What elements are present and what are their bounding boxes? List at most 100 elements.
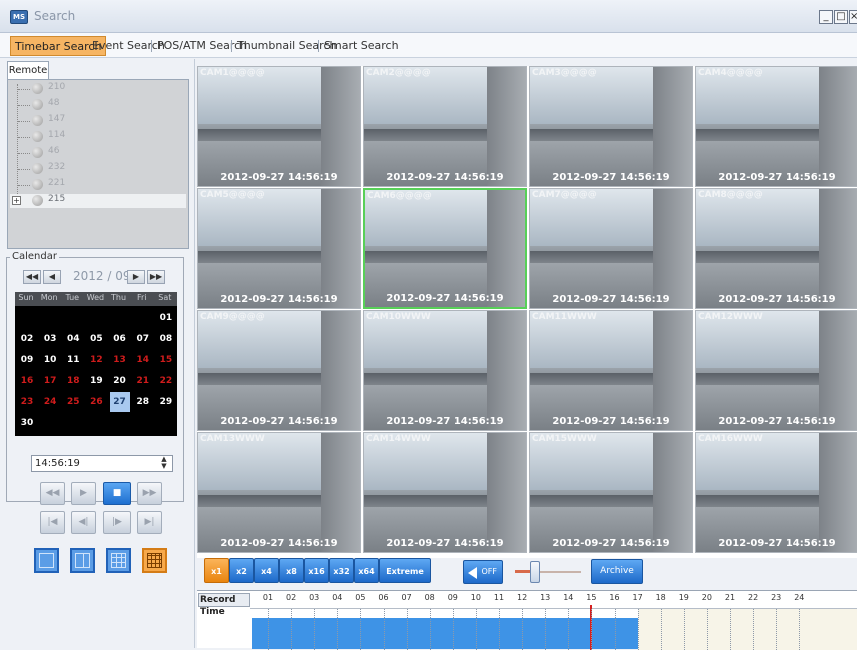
camera-tile[interactable]: CAM13WWW 2012-09-27 14:56:19 — [197, 432, 361, 553]
camera-feed-wall — [819, 189, 857, 308]
tree-item-selected[interactable]: + 215 — [10, 194, 186, 208]
tree-item[interactable]: 232 — [18, 162, 186, 176]
next-year-button[interactable]: ▶▶ — [147, 270, 165, 284]
tree-item[interactable]: 210 — [18, 82, 186, 96]
calendar-day[interactable]: 20 — [110, 371, 130, 391]
calendar-day[interactable]: 22 — [156, 371, 176, 391]
timeline-hour-label: 08 — [424, 593, 435, 602]
step-forward-button[interactable]: |▶ — [103, 511, 131, 534]
minimize-button[interactable]: _ — [819, 10, 833, 24]
step-back-button[interactable]: ◀| — [71, 511, 96, 534]
calendar-day[interactable]: 07 — [133, 329, 153, 349]
camera-tile[interactable]: CAM16WWW 2012-09-27 14:56:19 — [695, 432, 857, 553]
calendar-day[interactable]: 10 — [40, 350, 60, 370]
speed-x4-button[interactable]: x4 — [254, 558, 279, 583]
calendar-day[interactable]: 01 — [156, 308, 176, 328]
camera-tile[interactable]: CAM6@@@@ 2012-09-27 14:56:19 — [363, 188, 527, 309]
camera-timestamp: 2012-09-27 14:56:19 — [386, 416, 504, 427]
camera-tile[interactable]: CAM12WWW 2012-09-27 14:56:19 — [695, 310, 857, 431]
maximize-button[interactable]: □ — [834, 10, 848, 24]
calendar-day[interactable]: 09 — [17, 350, 37, 370]
speed-x1-button[interactable]: x1 — [204, 558, 229, 583]
calendar-day[interactable]: 14 — [133, 350, 153, 370]
camera-tile[interactable]: CAM7@@@@ 2012-09-27 14:56:19 — [529, 188, 693, 309]
time-spinner[interactable]: ▲ ▼ — [157, 456, 171, 471]
calendar-day[interactable]: 03 — [40, 329, 60, 349]
camera-tile[interactable]: CAM9@@@@ 2012-09-27 14:56:19 — [197, 310, 361, 431]
prev-year-button[interactable]: ◀◀ — [23, 270, 41, 284]
calendar-day[interactable]: 16 — [17, 371, 37, 391]
calendar-day[interactable]: 30 — [17, 413, 37, 433]
camera-tile[interactable]: CAM14WWW 2012-09-27 14:56:19 — [363, 432, 527, 553]
layout-2x2-button[interactable] — [70, 548, 95, 573]
calendar-day-selected[interactable]: 27 — [109, 392, 130, 412]
layout-3x3-button[interactable] — [106, 548, 131, 573]
prev-month-button[interactable]: ◀ — [43, 270, 61, 284]
stop-button[interactable]: ■ — [103, 482, 131, 505]
speed-extreme-button[interactable]: Extreme — [379, 558, 431, 583]
calendar-day[interactable]: 23 — [17, 392, 37, 412]
timeline-track[interactable] — [250, 605, 857, 650]
camera-tile[interactable]: CAM1@@@@ 2012-09-27 14:56:19 — [197, 66, 361, 187]
fast-rewind-button[interactable]: ◀◀ — [40, 482, 65, 505]
layout-4x4-button[interactable] — [142, 548, 167, 573]
calendar-day[interactable]: 12 — [86, 350, 106, 370]
calendar-day[interactable]: 19 — [86, 371, 106, 391]
spin-down-icon[interactable]: ▼ — [157, 463, 171, 470]
tree-item[interactable]: 46 — [18, 146, 186, 160]
calendar-day[interactable]: 11 — [63, 350, 83, 370]
speed-x64-button[interactable]: x64 — [354, 558, 379, 583]
calendar-day[interactable]: 24 — [40, 392, 60, 412]
calendar-day[interactable]: 04 — [63, 329, 83, 349]
tree-item[interactable]: 147 — [18, 114, 186, 128]
volume-knob[interactable] — [529, 561, 540, 583]
camera-tile[interactable]: CAM4@@@@ 2012-09-27 14:56:19 — [695, 66, 857, 187]
speed-x8-button[interactable]: x8 — [279, 558, 304, 583]
calendar-day[interactable]: 26 — [86, 392, 106, 412]
camera-tile[interactable]: CAM3@@@@ 2012-09-27 14:56:19 — [529, 66, 693, 187]
layout-1x1-button[interactable] — [34, 548, 59, 573]
calendar-day[interactable]: 05 — [86, 329, 106, 349]
calendar-day[interactable]: 17 — [40, 371, 60, 391]
archive-button[interactable]: Archive — [591, 559, 643, 584]
camera-tile[interactable]: CAM2@@@@ 2012-09-27 14:56:19 — [363, 66, 527, 187]
speed-x16-button[interactable]: x16 — [304, 558, 329, 583]
calendar-day[interactable]: 06 — [110, 329, 130, 349]
speed-x32-button[interactable]: x32 — [329, 558, 354, 583]
step-last-button[interactable]: ▶| — [137, 511, 162, 534]
volume-slider[interactable] — [513, 560, 583, 584]
calendar-day[interactable]: 28 — [133, 392, 153, 412]
fast-forward-button[interactable]: ▶▶ — [137, 482, 162, 505]
calendar-day[interactable]: 15 — [156, 350, 176, 370]
recorded-segment[interactable] — [252, 618, 638, 649]
camera-tile[interactable]: CAM10WWW 2012-09-27 14:56:19 — [363, 310, 527, 431]
next-month-button[interactable]: ▶ — [127, 270, 145, 284]
tab-smart-search[interactable]: Smart Search — [320, 36, 403, 56]
calendar-day[interactable]: 18 — [63, 371, 83, 391]
audio-toggle-button[interactable]: OFF — [463, 560, 503, 584]
camera-tile[interactable]: CAM15WWW 2012-09-27 14:56:19 — [529, 432, 693, 553]
calendar-day[interactable]: 21 — [133, 371, 153, 391]
timeline-tick — [499, 609, 500, 650]
close-button[interactable]: × — [849, 10, 857, 24]
camera-tile[interactable]: CAM5@@@@ 2012-09-27 14:56:19 — [197, 188, 361, 309]
tree-item[interactable]: 114 — [18, 130, 186, 144]
time-input[interactable]: 14:56:19 — [31, 455, 173, 472]
camera-tile[interactable]: CAM8@@@@ 2012-09-27 14:56:19 — [695, 188, 857, 309]
camera-feed-wall — [321, 189, 360, 308]
calendar-day[interactable]: 08 — [156, 329, 176, 349]
camera-timestamp: 2012-09-27 14:56:19 — [718, 416, 836, 427]
expand-icon[interactable]: + — [12, 196, 21, 205]
tab-remote[interactable]: Remote — [7, 61, 49, 79]
calendar-day[interactable]: 29 — [156, 392, 176, 412]
calendar-day[interactable]: 25 — [63, 392, 83, 412]
camera-tile[interactable]: CAM11WWW 2012-09-27 14:56:19 — [529, 310, 693, 431]
calendar-day[interactable]: 02 — [17, 329, 37, 349]
tree-item[interactable]: 48 — [18, 98, 186, 112]
speed-x2-button[interactable]: x2 — [229, 558, 254, 583]
tree-item[interactable]: 221 — [18, 178, 186, 192]
step-first-button[interactable]: |◀ — [40, 511, 65, 534]
calendar-day[interactable]: 13 — [110, 350, 130, 370]
timeline-hour-label: 18 — [655, 593, 666, 602]
play-button[interactable]: ▶ — [71, 482, 96, 505]
